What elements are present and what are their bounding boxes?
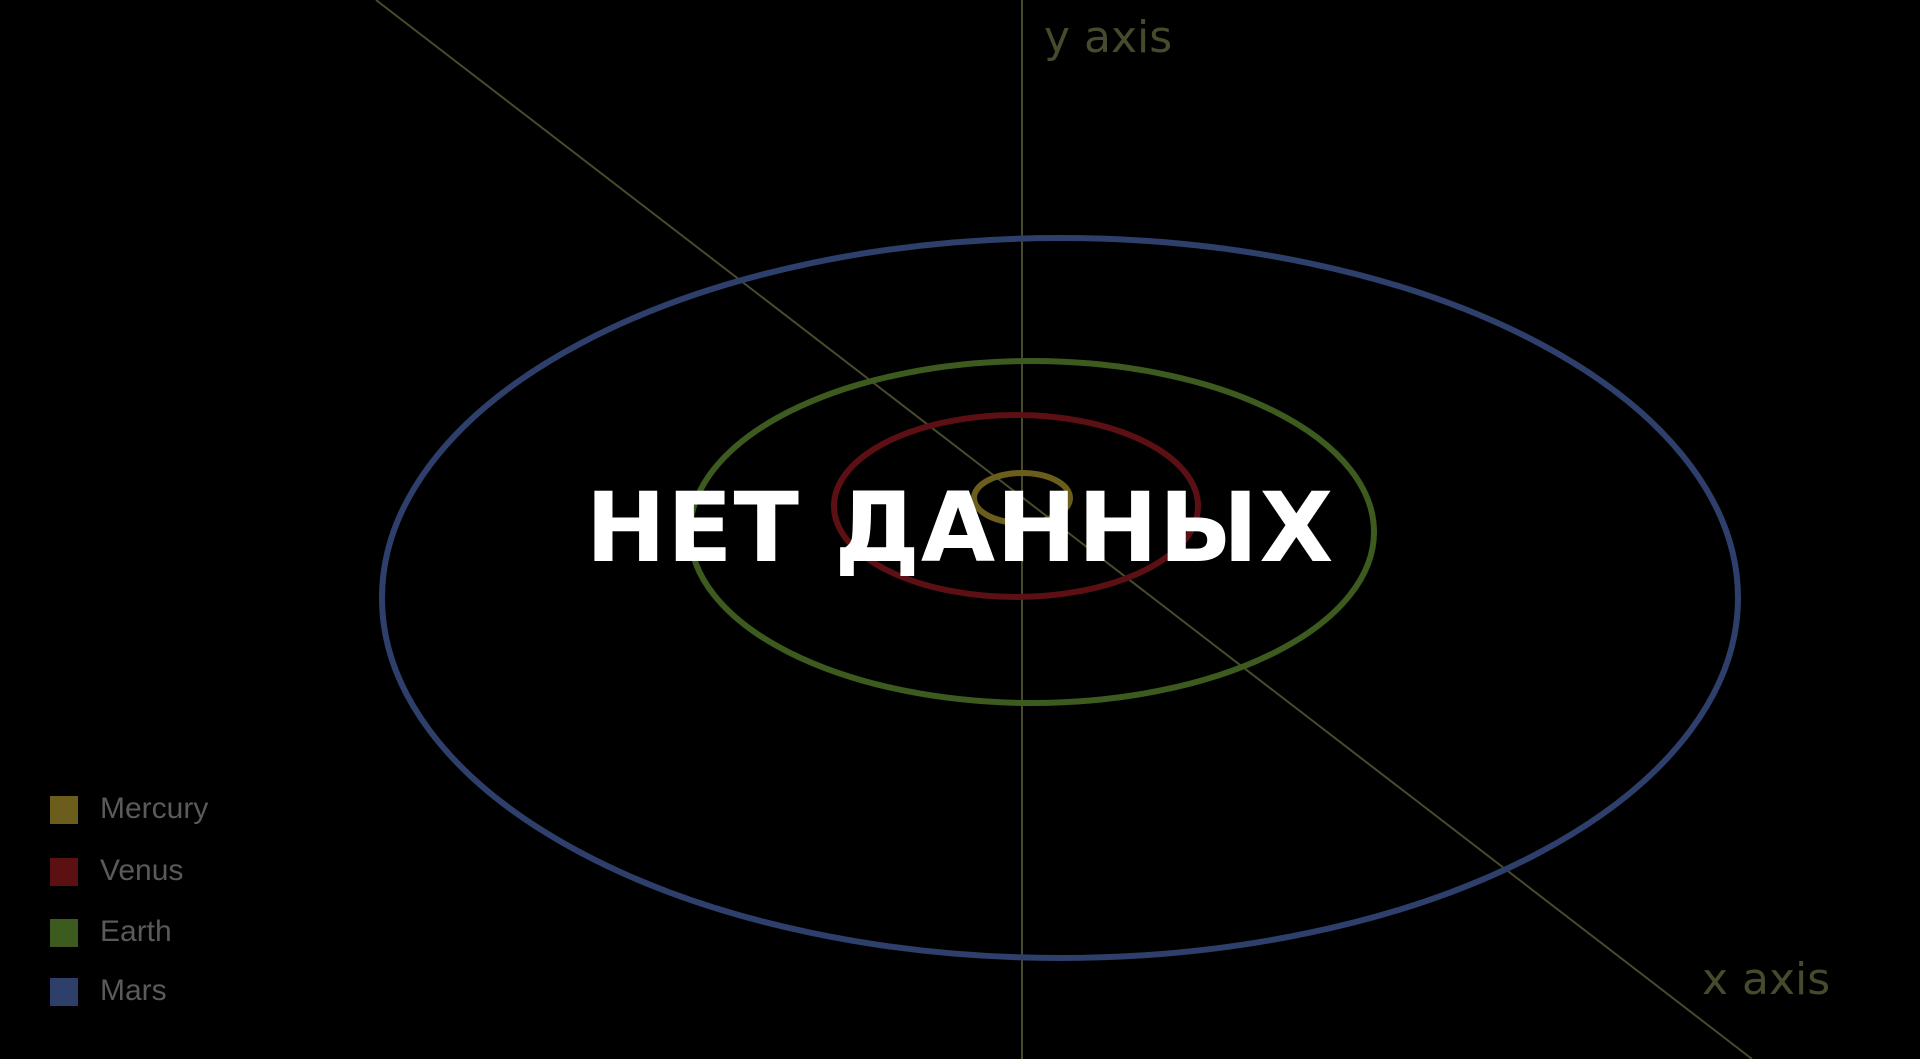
orbit-diagram: y axis x axis НЕТ ДАННЫХ Mercury Venus E…	[0, 0, 1920, 1059]
legend-label-venus: Venus	[100, 854, 184, 887]
legend-swatch-venus	[50, 858, 78, 886]
legend-swatch-mars	[50, 978, 78, 1006]
x-axis-label: x axis	[1702, 954, 1831, 1005]
no-data-message: НЕТ ДАННЫХ	[585, 472, 1335, 584]
legend-label-mercury: Mercury	[100, 792, 209, 825]
legend-swatch-earth	[50, 919, 78, 947]
y-axis-label: y axis	[1044, 12, 1173, 63]
mars-orbit	[379, 235, 1741, 961]
legend-label-earth: Earth	[100, 915, 172, 948]
legend-label-mars: Mars	[100, 974, 167, 1007]
legend-swatch-mercury	[50, 796, 78, 824]
